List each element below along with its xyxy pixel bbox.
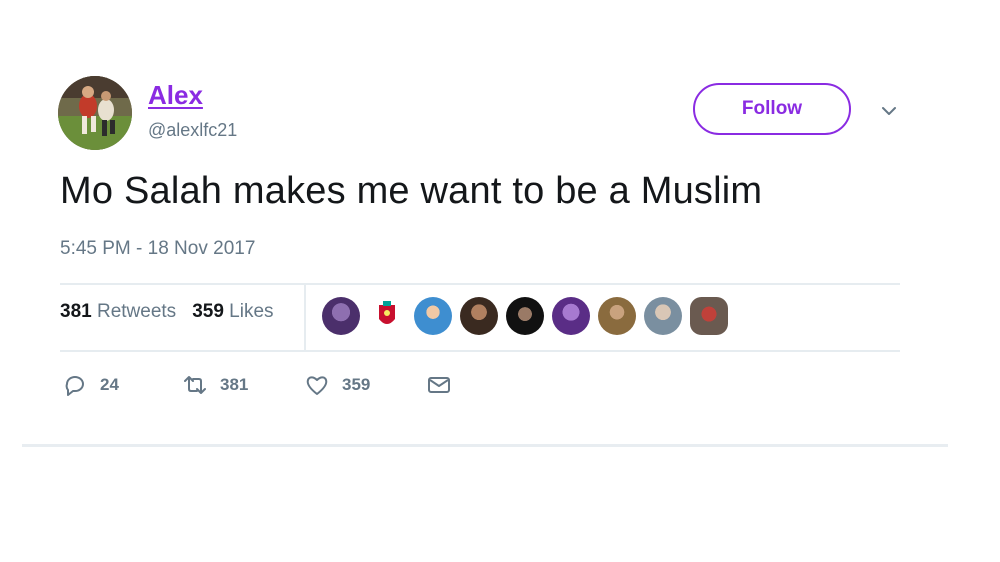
user-display-name[interactable]: Alex xyxy=(148,80,203,111)
tweet-bottom-border xyxy=(22,444,948,447)
retweets-stat-label: Retweets xyxy=(96,301,177,322)
retweets-stat[interactable]: 381 Retweets xyxy=(60,301,176,323)
direct-message-button[interactable] xyxy=(426,372,452,398)
like-button[interactable]: 359 xyxy=(304,372,426,398)
likes-stat[interactable]: 359 Likes xyxy=(192,301,273,323)
tweet-stats: 381 Retweets 359 Likes xyxy=(60,301,274,323)
likes-stat-count: 359 xyxy=(192,301,224,322)
follow-button[interactable]: Follow xyxy=(693,83,851,135)
reply-icon xyxy=(65,376,84,396)
liker-avatar[interactable] xyxy=(506,297,544,335)
like-count: 359 xyxy=(342,375,371,394)
reply-count: 24 xyxy=(100,375,119,394)
liker-avatar[interactable] xyxy=(322,297,360,335)
avatar-photo xyxy=(58,76,132,150)
retweet-count: 381 xyxy=(220,375,249,394)
liker-avatar[interactable] xyxy=(644,297,682,335)
user-avatar[interactable] xyxy=(58,76,132,150)
chevron-down-icon[interactable] xyxy=(878,100,900,122)
retweets-stat-count: 381 xyxy=(60,301,92,322)
envelope-icon xyxy=(428,377,450,393)
liker-avatar[interactable] xyxy=(414,297,452,335)
divider-bottom xyxy=(60,350,900,352)
tweet-text: Mo Salah makes me want to be a Muslim xyxy=(60,170,763,212)
user-handle: @alexlfc21 xyxy=(148,120,238,140)
stats-divider xyxy=(304,283,306,351)
tweet-actions: 24 381 359 xyxy=(62,372,452,398)
retweet-icon xyxy=(184,376,206,394)
heart-icon xyxy=(306,376,328,395)
tweet-timestamp[interactable]: 5:45 PM - 18 Nov 2017 xyxy=(60,238,255,260)
retweet-button[interactable]: 381 xyxy=(182,372,304,398)
likes-stat-label: Likes xyxy=(229,301,274,322)
liker-avatar[interactable] xyxy=(598,297,636,335)
liker-avatars xyxy=(322,297,728,335)
liker-avatar[interactable] xyxy=(690,297,728,335)
liker-avatar[interactable] xyxy=(552,297,590,335)
liker-avatar-lfc-crest[interactable] xyxy=(368,297,406,335)
divider-top xyxy=(60,283,900,285)
liker-avatar[interactable] xyxy=(460,297,498,335)
reply-button[interactable]: 24 xyxy=(62,372,182,398)
